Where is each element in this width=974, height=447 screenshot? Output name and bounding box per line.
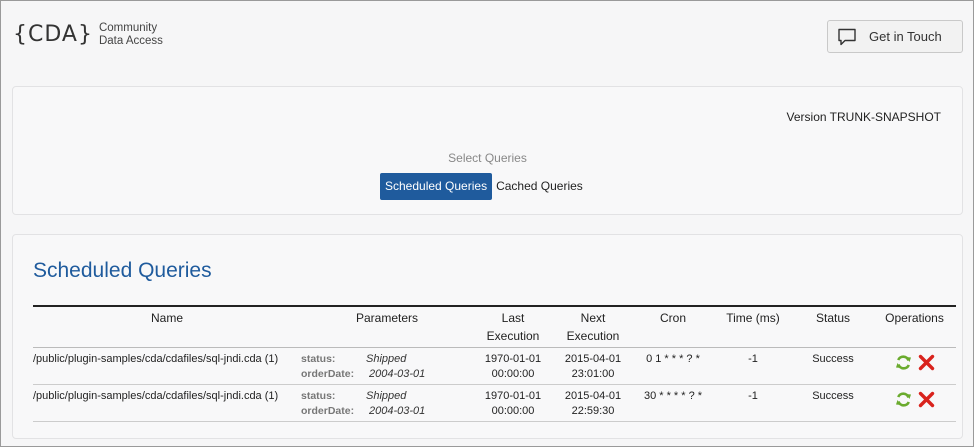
refresh-icon[interactable] (895, 391, 912, 408)
col-status[interactable]: Status (793, 306, 873, 348)
row-name: /public/plugin-samples/cda/cdafiles/sql-… (33, 347, 301, 385)
row-parameters: status: Shipped orderDate: 2004-03-01 (301, 347, 473, 385)
logo-line-2: Data Access (98, 35, 163, 47)
last-time: 00:00:00 (491, 368, 535, 380)
version-label: Version TRUNK-SNAPSHOT (786, 110, 941, 124)
header: {CDA} Community Data Access Get in Touch (1, 1, 973, 71)
col-name[interactable]: Name (33, 306, 301, 348)
row-cron: 0 1 * * * ? * (633, 347, 713, 385)
col-last-line-1: Last (501, 311, 525, 325)
table-row: /public/plugin-samples/cda/cdafiles/sql-… (33, 347, 956, 385)
row-parameters: status: Shipped orderDate: 2004-03-01 (301, 384, 473, 422)
table-header-row: Name Parameters Last Execution Next Exec… (33, 306, 956, 348)
col-last-line-2: Execution (486, 329, 540, 343)
logo-line-1: Community (98, 22, 158, 34)
row-next-execution: 2015-04-01 22:59:30 (553, 384, 633, 422)
table-row: /public/plugin-samples/cda/cdafiles/sql-… (33, 384, 956, 422)
col-cron[interactable]: Cron (633, 306, 713, 348)
last-date: 1970-01-01 (484, 353, 542, 365)
scheduled-queries-table: Name Parameters Last Execution Next Exec… (33, 305, 956, 422)
row-operations (873, 347, 956, 385)
param-status-value: Shipped (366, 390, 407, 402)
col-operations: Operations (873, 306, 956, 348)
delete-icon[interactable] (918, 391, 935, 408)
col-next-line-1: Next (580, 311, 606, 325)
row-status: Success (793, 347, 873, 385)
row-last-execution: 1970-01-01 00:00:00 (473, 384, 553, 422)
col-parameters[interactable]: Parameters (301, 306, 473, 348)
get-in-touch-button[interactable]: Get in Touch (827, 20, 963, 53)
query-tabs: Scheduled Queries Cached Queries (380, 173, 587, 200)
col-last-execution[interactable]: Last Execution (473, 306, 553, 348)
row-next-execution: 2015-04-01 23:01:00 (553, 347, 633, 385)
tab-cached-queries[interactable]: Cached Queries (492, 173, 587, 200)
query-selector-panel: Version TRUNK-SNAPSHOT Select Queries Sc… (12, 86, 963, 215)
scheduled-table-wrap: Name Parameters Last Execution Next Exec… (33, 305, 956, 422)
row-time: -1 (713, 347, 793, 385)
param-date-value: 2004-03-01 (369, 405, 426, 417)
row-status: Success (793, 384, 873, 422)
param-status-key: status: (301, 390, 336, 402)
scheduled-queries-panel: Scheduled Queries Name Parameters Last E… (12, 234, 963, 439)
get-in-touch-label: Get in Touch (869, 29, 942, 44)
col-next-execution[interactable]: Next Execution (553, 306, 633, 348)
col-next-line-2: Execution (566, 329, 620, 343)
param-date-key: orderDate: (301, 368, 355, 380)
next-date: 2015-04-01 (564, 390, 622, 402)
row-last-execution: 1970-01-01 00:00:00 (473, 347, 553, 385)
cda-logo[interactable]: {CDA} Community Data Access (13, 21, 163, 49)
logo-mark: {CDA} (13, 22, 93, 47)
refresh-icon[interactable] (895, 354, 912, 371)
tab-scheduled-queries[interactable]: Scheduled Queries (380, 173, 493, 200)
logo-text: Community Data Access (99, 22, 163, 48)
param-date-key: orderDate: (301, 405, 355, 417)
next-time: 23:01:00 (571, 368, 615, 380)
chat-bubble-icon (837, 27, 857, 47)
col-time[interactable]: Time (ms) (713, 306, 793, 348)
delete-icon[interactable] (918, 354, 935, 371)
row-operations (873, 384, 956, 422)
param-status-value: Shipped (366, 353, 407, 365)
select-queries-label: Select Queries (448, 151, 527, 165)
section-title: Scheduled Queries (33, 259, 212, 282)
row-time: -1 (713, 384, 793, 422)
next-time: 22:59:30 (571, 405, 615, 417)
last-time: 00:00:00 (491, 405, 535, 417)
last-date: 1970-01-01 (484, 390, 542, 402)
param-date-value: 2004-03-01 (369, 368, 426, 380)
row-name: /public/plugin-samples/cda/cdafiles/sql-… (33, 384, 301, 422)
row-cron: 30 * * * * ? * (633, 384, 713, 422)
param-status-key: status: (301, 353, 336, 365)
next-date: 2015-04-01 (564, 353, 622, 365)
